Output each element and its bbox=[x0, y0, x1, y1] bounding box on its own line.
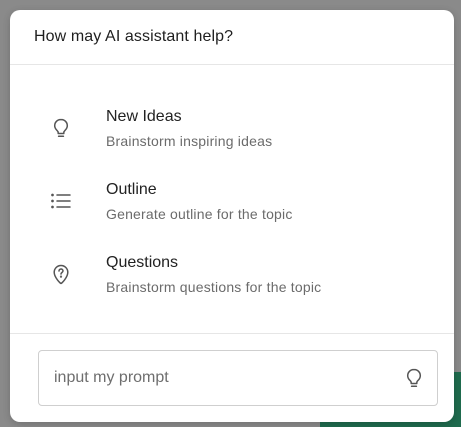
assistant-options-list: New Ideas Brainstorm inspiring ideas Out… bbox=[10, 66, 454, 333]
lightbulb-icon[interactable] bbox=[403, 367, 425, 389]
question-pin-icon bbox=[50, 263, 72, 285]
dialog-title: How may AI assistant help? bbox=[34, 28, 234, 45]
option-questions[interactable]: Questions Brainstorm questions for the t… bbox=[10, 245, 454, 311]
option-new-ideas[interactable]: New Ideas Brainstorm inspiring ideas bbox=[10, 99, 454, 165]
ai-assistant-dialog: How may AI assistant help? New Ideas Bra… bbox=[10, 10, 454, 422]
dialog-header: How may AI assistant help? bbox=[10, 10, 454, 65]
option-title: Questions bbox=[106, 254, 179, 271]
lightbulb-icon bbox=[50, 117, 72, 139]
prompt-field[interactable] bbox=[38, 350, 438, 406]
dialog-footer bbox=[10, 333, 454, 422]
option-title: Outline bbox=[106, 181, 157, 198]
list-icon bbox=[50, 190, 72, 212]
prompt-input[interactable] bbox=[52, 368, 386, 388]
option-description: Brainstorm questions for the topic bbox=[106, 279, 322, 295]
option-description: Generate outline for the topic bbox=[106, 206, 293, 222]
option-title: New Ideas bbox=[106, 108, 182, 125]
option-description: Brainstorm inspiring ideas bbox=[106, 133, 273, 149]
option-outline[interactable]: Outline Generate outline for the topic bbox=[10, 172, 454, 238]
